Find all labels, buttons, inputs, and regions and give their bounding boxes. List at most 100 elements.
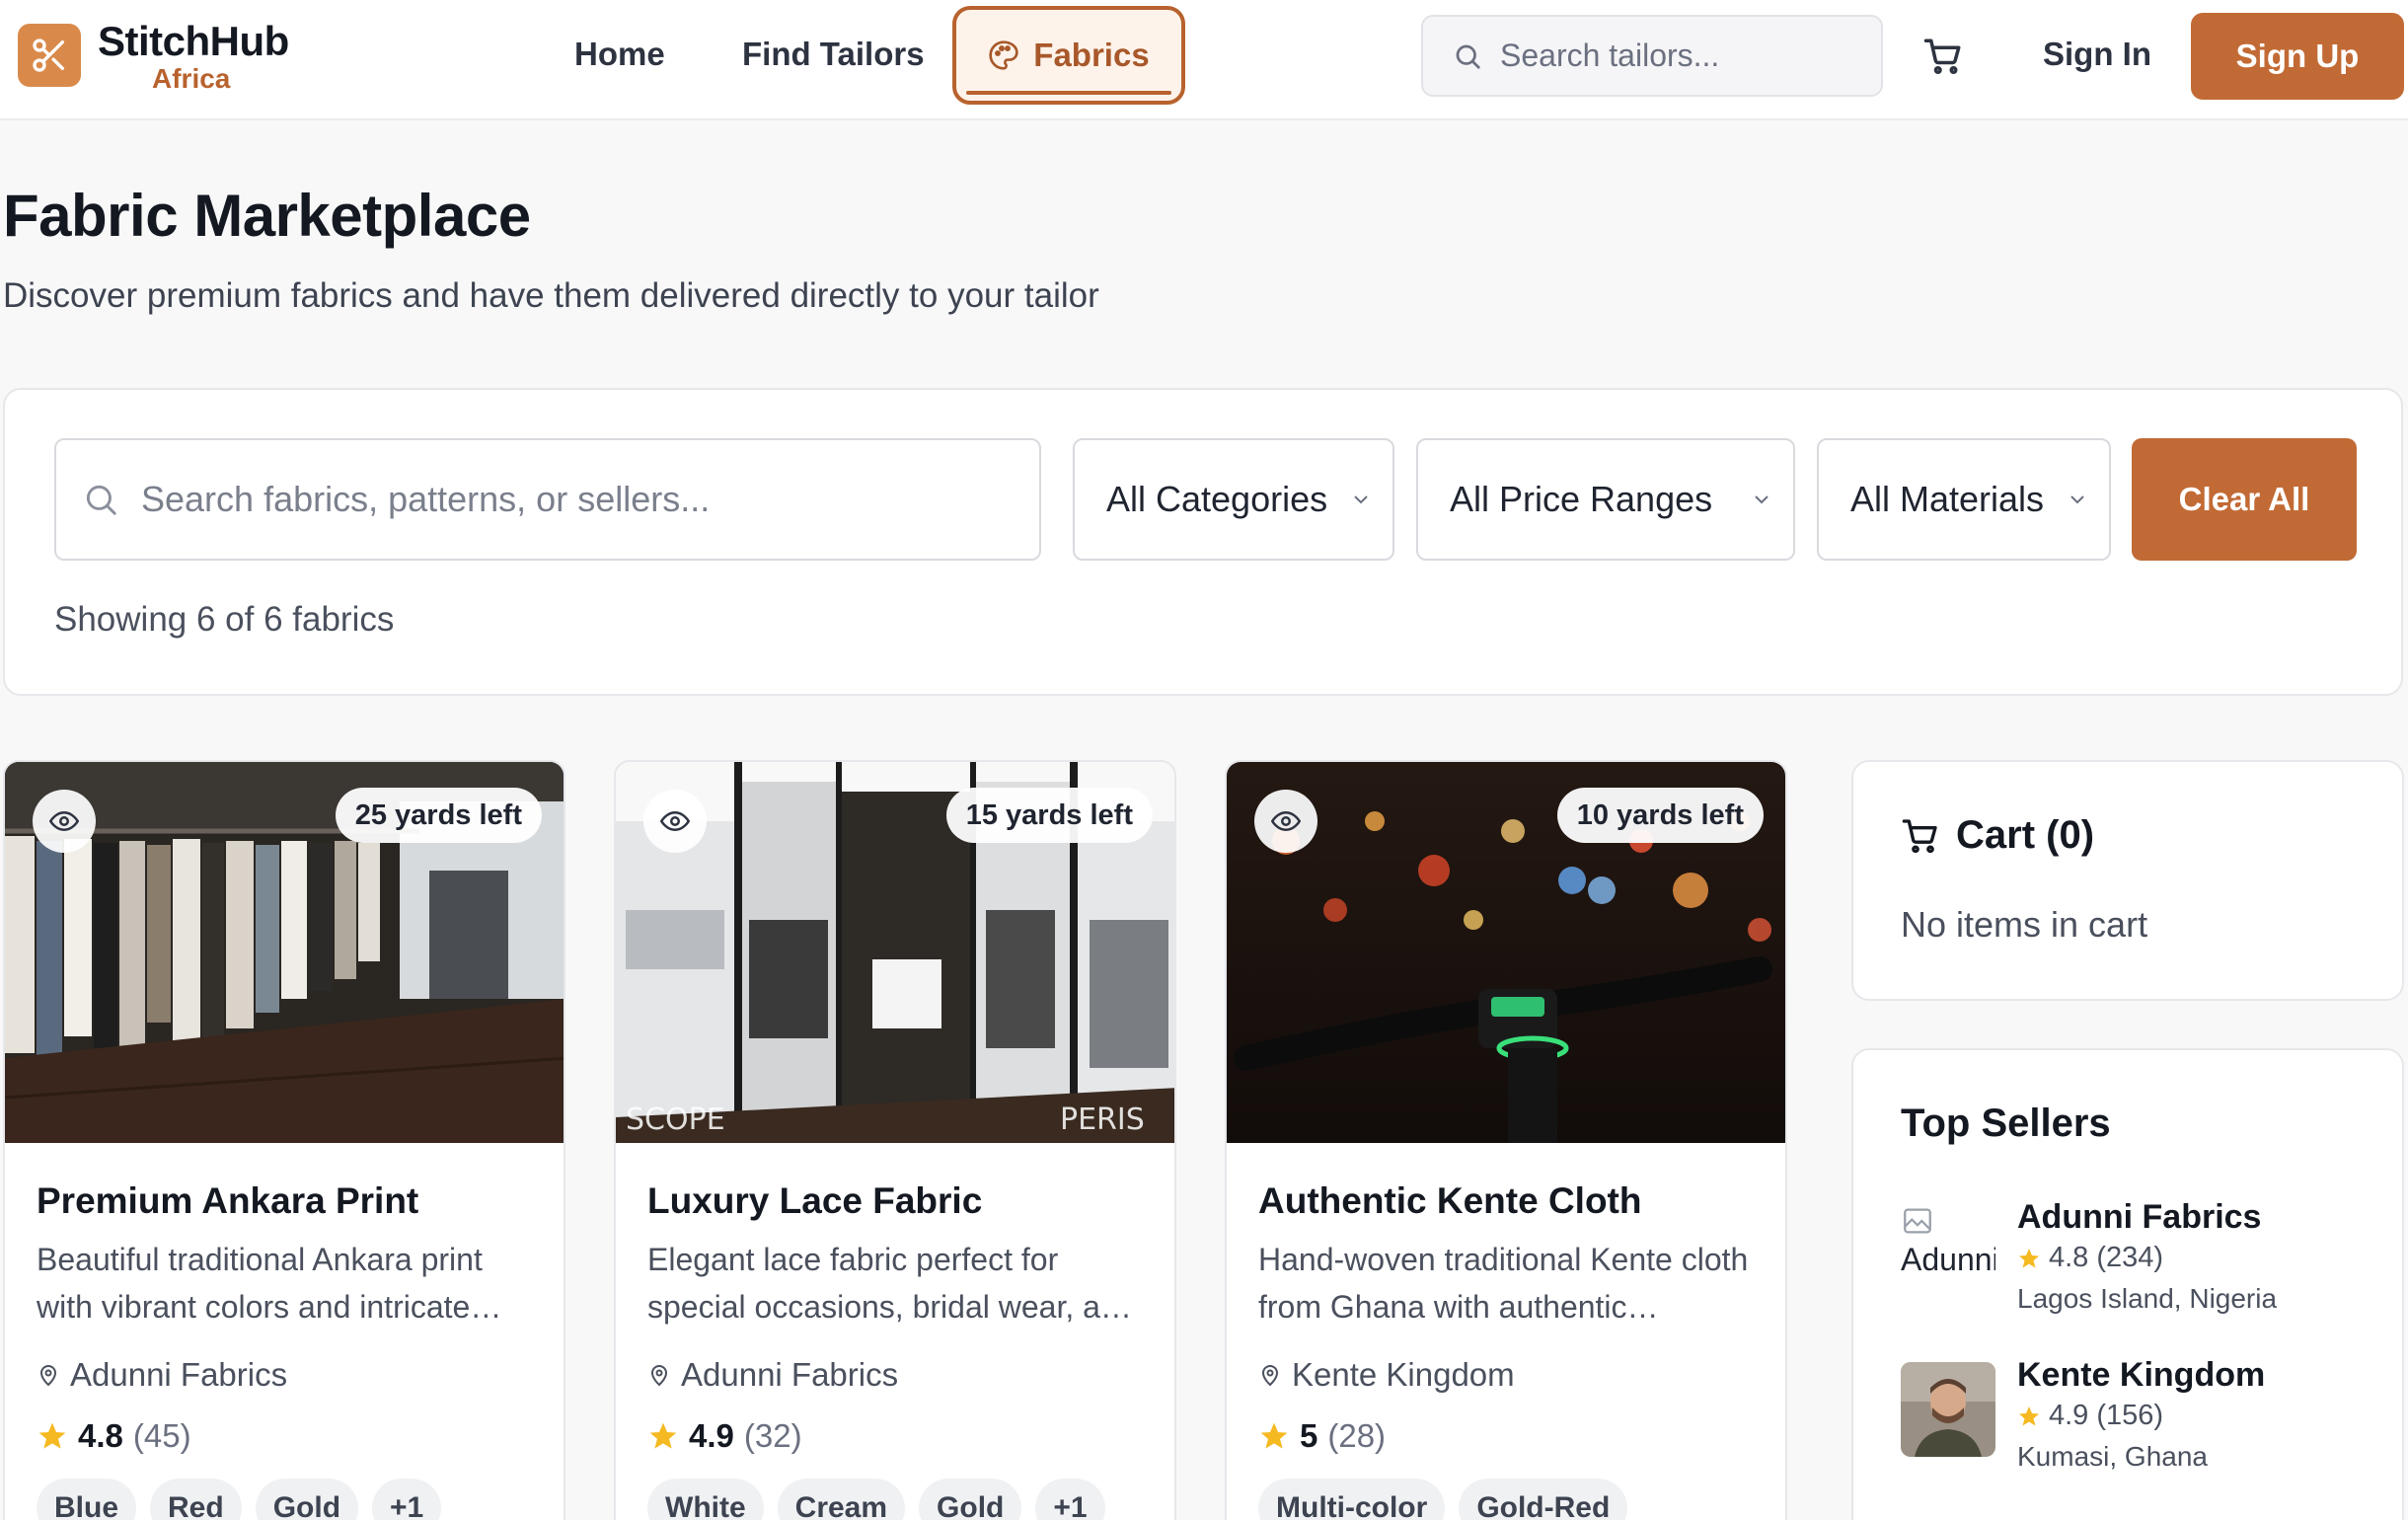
- fabric-title[interactable]: Authentic Kente Cloth: [1258, 1180, 1641, 1222]
- star-icon: [2019, 1248, 2039, 1267]
- search-icon: [86, 485, 116, 515]
- star-icon: [1260, 1422, 1288, 1449]
- fabric-seller: Adunni Fabrics: [647, 1356, 898, 1394]
- rating-value: 5: [1300, 1417, 1318, 1454]
- color-tag: Gold: [255, 1479, 359, 1520]
- fabric-image[interactable]: SCOPE PERIS 15 yards left: [616, 762, 1174, 1143]
- more-colors-tag: +1: [372, 1479, 442, 1520]
- logo[interactable]: [18, 24, 81, 87]
- more-colors-tag: +1: [1035, 1479, 1105, 1520]
- color-tag: Gold-Red: [1459, 1479, 1628, 1520]
- fabric-card[interactable]: 10 yards left Authentic Kente Cloth Hand…: [1225, 760, 1787, 1520]
- color-tags: Blue Red Gold +1: [37, 1479, 442, 1520]
- fabric-rating: 4.8 (45): [37, 1417, 191, 1455]
- broken-image-icon: [1904, 1208, 1931, 1234]
- star-icon: [2019, 1406, 2039, 1425]
- quick-view-button[interactable]: [643, 790, 707, 853]
- fabric-title[interactable]: Luxury Lace Fabric: [647, 1180, 982, 1222]
- cart-title: Cart (0): [1901, 813, 2094, 858]
- results-count: Showing 6 of 6 fabrics: [54, 600, 395, 639]
- seller-rating: 4.9 (156): [2017, 1400, 2163, 1432]
- fabric-title[interactable]: Premium Ankara Print: [37, 1180, 418, 1222]
- seller-avatar: [1901, 1362, 1995, 1457]
- seller-rating-value: 4.9 (156): [2049, 1400, 2164, 1431]
- eye-icon: [660, 810, 690, 832]
- chevron-down-icon: [1755, 495, 1768, 504]
- fabric-seller-name: Adunni Fabrics: [70, 1356, 288, 1393]
- sign-in-link[interactable]: Sign In: [2043, 36, 2151, 73]
- seller-name[interactable]: Adunni Fabrics: [2017, 1198, 2261, 1237]
- stock-badge: 10 yards left: [1556, 788, 1764, 843]
- header-search-input[interactable]: Search tailors...: [1421, 15, 1883, 97]
- header-cart-button[interactable]: [1922, 36, 1964, 77]
- price-range-select[interactable]: All Price Ranges: [1416, 438, 1795, 561]
- palette-icon: [989, 40, 1018, 70]
- clear-all-button[interactable]: Clear All: [2132, 438, 2357, 561]
- map-pin-icon: [1261, 1365, 1279, 1387]
- color-tag: Gold: [919, 1479, 1022, 1520]
- page-title: Fabric Marketplace: [3, 183, 531, 249]
- color-tag: Red: [150, 1479, 242, 1520]
- review-count: (32): [743, 1417, 802, 1454]
- seller-location: Lagos Island, Nigeria: [2017, 1283, 2278, 1314]
- fabric-rating: 4.9 (32): [647, 1417, 802, 1455]
- sign-up-button[interactable]: Sign Up: [2191, 13, 2404, 100]
- rating-value: 4.9: [689, 1417, 734, 1454]
- stock-badge: 25 yards left: [335, 788, 542, 843]
- cart-icon: [1902, 818, 1937, 853]
- page-subtitle: Discover premium fabrics and have them d…: [3, 276, 1099, 315]
- color-tag: Cream: [777, 1479, 906, 1520]
- seller-rating-value: 4.8 (234): [2049, 1242, 2164, 1273]
- color-tags: Multi-color Gold-Red: [1258, 1479, 1628, 1520]
- svg-text:PERIS: PERIS: [1060, 1102, 1145, 1137]
- category-select[interactable]: All Categories: [1073, 438, 1394, 561]
- nav-fabrics[interactable]: Fabrics: [952, 6, 1185, 105]
- seller-rating: 4.8 (234): [2017, 1242, 2163, 1274]
- cart-icon: [1923, 38, 1961, 75]
- cart-panel: Cart (0) No items in cart: [1851, 760, 2404, 1001]
- eye-icon: [1271, 810, 1301, 832]
- fabric-image[interactable]: 25 yards left: [5, 762, 564, 1143]
- seller-name[interactable]: Kente Kingdom: [2017, 1356, 2265, 1395]
- fabric-search-input[interactable]: Search fabrics, patterns, or sellers...: [54, 438, 1041, 561]
- filter-panel: Search fabrics, patterns, or sellers... …: [3, 388, 2403, 696]
- material-select-value: All Materials: [1850, 479, 2045, 519]
- nav-home[interactable]: Home: [574, 36, 665, 73]
- top-sellers-title: Top Sellers: [1901, 1102, 2111, 1145]
- quick-view-button[interactable]: [33, 790, 96, 853]
- eye-icon: [49, 810, 79, 832]
- stock-badge: 15 yards left: [945, 788, 1153, 843]
- material-select[interactable]: All Materials: [1817, 438, 2111, 561]
- scissors-icon: [33, 38, 64, 72]
- map-pin-icon: [39, 1365, 57, 1387]
- fabric-seller: Kente Kingdom: [1258, 1356, 1515, 1394]
- color-tag: White: [647, 1479, 764, 1520]
- cart-empty-message: No items in cart: [1901, 904, 2148, 945]
- fabric-seller: Adunni Fabrics: [37, 1356, 287, 1394]
- fabric-card[interactable]: SCOPE PERIS 15 yards left Luxury Lace Fa…: [614, 760, 1176, 1520]
- star-icon: [38, 1422, 66, 1449]
- seller-location: Kumasi, Ghana: [2017, 1441, 2208, 1472]
- fabric-image[interactable]: 10 yards left: [1227, 762, 1785, 1143]
- seller-item[interactable]: Kente Kingdom 4.9 (156) Kumasi, Ghana: [1901, 1356, 2374, 1475]
- rating-value: 4.8: [78, 1417, 123, 1454]
- top-navbar: StitchHub Africa Home Find Tailors Fabri…: [0, 0, 2408, 120]
- nav-fabrics-label: Fabrics: [1033, 37, 1150, 73]
- seller-avatar-broken: Adunni: [1901, 1204, 1995, 1299]
- chevron-down-icon: [2070, 495, 2084, 504]
- fabric-card[interactable]: 25 yards left Premium Ankara Print Beaut…: [3, 760, 565, 1520]
- review-count: (45): [132, 1417, 191, 1454]
- brand-name[interactable]: StitchHub: [98, 18, 289, 65]
- fabric-seller-name: Adunni Fabrics: [681, 1356, 899, 1393]
- brand-subtitle: Africa: [152, 63, 231, 94]
- fabric-description: Elegant lace fabric perfect for special …: [647, 1242, 1132, 1325]
- quick-view-button[interactable]: [1254, 790, 1317, 853]
- fabric-seller-name: Kente Kingdom: [1292, 1356, 1515, 1393]
- top-sellers-panel: Top Sellers Adunni Adunni Fabrics 4.8 (2…: [1851, 1048, 2404, 1520]
- cart-title-text: Cart (0): [1956, 813, 2095, 857]
- chevron-down-icon: [1354, 495, 1368, 504]
- fabric-search-placeholder: Search fabrics, patterns, or sellers...: [141, 479, 711, 519]
- header-search-placeholder: Search tailors...: [1500, 38, 1720, 73]
- seller-item[interactable]: Adunni Adunni Fabrics 4.8 (234) Lagos Is…: [1901, 1198, 2374, 1317]
- nav-find-tailors[interactable]: Find Tailors: [742, 36, 925, 73]
